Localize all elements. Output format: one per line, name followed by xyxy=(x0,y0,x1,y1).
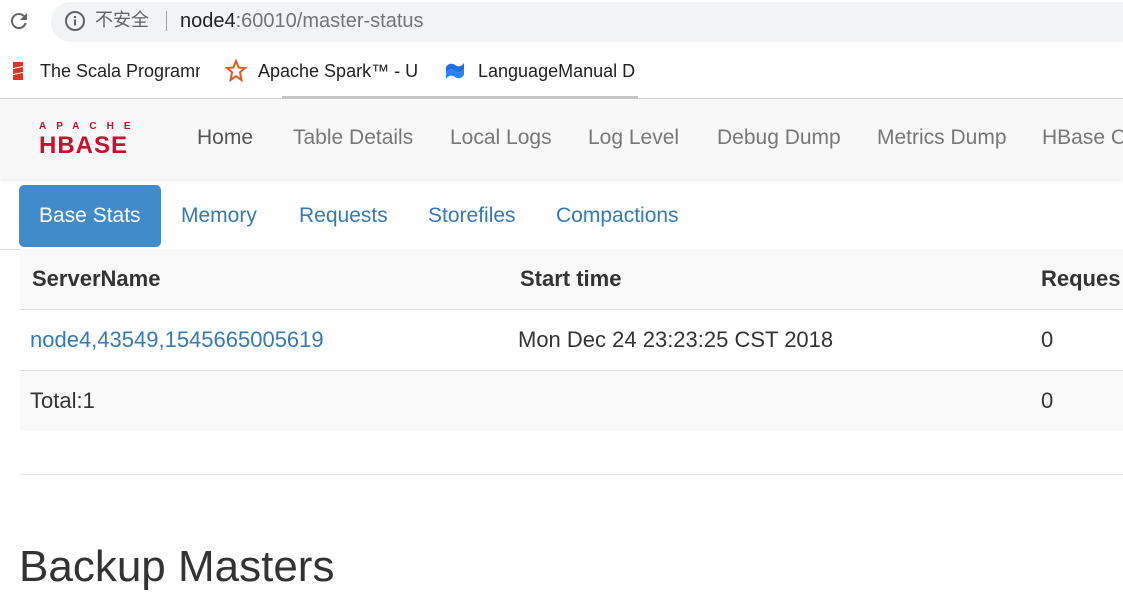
nav-local-logs[interactable]: Local Logs xyxy=(450,125,552,151)
bookmark-scala[interactable]: The Scala Programm xyxy=(40,59,200,83)
reload-icon[interactable] xyxy=(7,9,31,33)
url-path: :60010/master-status xyxy=(235,10,424,32)
region-servers-table: ServerName Start time Reques node4,43549… xyxy=(20,249,1123,431)
bookmarks-bar: The Scala Programm Apache Spark™ - U Lan… xyxy=(0,44,1123,99)
tab-memory[interactable]: Memory xyxy=(161,185,277,247)
requests-value: 0 xyxy=(1041,327,1054,352)
total-requests: 0 xyxy=(1041,388,1054,413)
table-header-row: ServerName Start time Reques xyxy=(20,249,1123,310)
table-row: node4,43549,1545665005619 Mon Dec 24 23:… xyxy=(20,310,1123,371)
tab-storefiles[interactable]: Storefiles xyxy=(408,185,536,247)
url-host: node4 xyxy=(180,10,236,32)
start-time-value: Mon Dec 24 23:23:25 CST 2018 xyxy=(518,327,834,352)
confluence-icon xyxy=(443,59,467,83)
divider xyxy=(20,474,1123,475)
security-label[interactable]: 不安全 xyxy=(95,9,149,33)
nav-metrics-dump[interactable]: Metrics Dump xyxy=(877,125,1007,151)
nav-home[interactable]: Home xyxy=(197,125,253,151)
scala-icon xyxy=(6,59,30,83)
info-icon[interactable] xyxy=(64,10,86,32)
spark-icon xyxy=(224,58,248,83)
region-server-tabs: Base Stats Memory Requests Storefiles Co… xyxy=(0,185,1123,250)
hbase-navbar: APACHE HBASE Home Table Details Local Lo… xyxy=(0,99,1123,179)
section-title: Backup Masters xyxy=(19,542,335,591)
server-link[interactable]: node4,43549,1545665005619 xyxy=(30,310,324,370)
browser-address-bar: 不安全 node4:60010/master-status xyxy=(0,0,1123,44)
svg-text:APACHE: APACHE xyxy=(39,121,140,132)
tab-base-stats[interactable]: Base Stats xyxy=(19,185,161,247)
hbase-logo[interactable]: APACHE HBASE xyxy=(36,119,160,159)
nav-log-level[interactable]: Log Level xyxy=(588,125,679,151)
nav-table-details[interactable]: Table Details xyxy=(293,125,413,151)
bookmark-spark[interactable]: Apache Spark™ - U xyxy=(258,59,418,83)
col-servername: ServerName xyxy=(32,266,161,291)
col-requests: Reques xyxy=(1041,266,1121,291)
nav-hbase-configuration[interactable]: HBase Co xyxy=(1042,125,1123,151)
tab-requests[interactable]: Requests xyxy=(279,185,408,247)
nav-debug-dump[interactable]: Debug Dump xyxy=(717,125,841,151)
bookmark-languagemanual[interactable]: LanguageManual D xyxy=(478,59,638,83)
tab-compactions[interactable]: Compactions xyxy=(536,185,699,247)
url-text[interactable]: node4:60010/master-status xyxy=(180,8,424,34)
svg-text:HBASE: HBASE xyxy=(39,132,128,155)
table-total-row: Total:1 0 xyxy=(20,371,1123,431)
col-start-time: Start time xyxy=(520,266,622,291)
url-separator xyxy=(166,11,167,31)
total-label: Total:1 xyxy=(30,388,95,413)
